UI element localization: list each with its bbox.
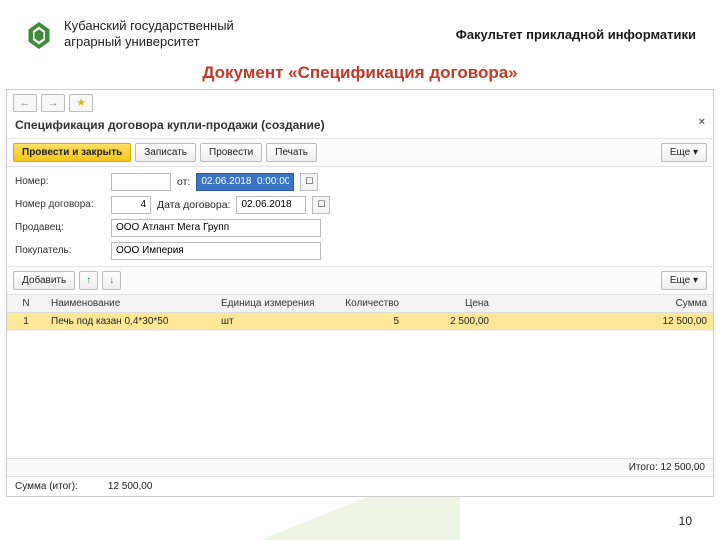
contract-date-label: Дата договора: <box>157 199 230 211</box>
cell-sum[interactable]: 12 500,00 <box>495 312 713 330</box>
seller-label: Продавец: <box>15 222 105 233</box>
items-table[interactable]: N Наименование Единица измерения Количес… <box>7 295 713 458</box>
move-up-button[interactable]: ↑ <box>79 271 98 290</box>
number-input[interactable] <box>111 173 171 191</box>
buyer-label: Покупатель: <box>15 245 105 256</box>
nav-back-button[interactable]: ← <box>13 94 37 112</box>
favorite-button[interactable]: ★ <box>69 94 93 112</box>
col-unit[interactable]: Единица измерения <box>215 295 325 313</box>
add-row-button[interactable]: Добавить <box>13 271 75 290</box>
buyer-input[interactable] <box>111 242 321 260</box>
contract-date-input[interactable] <box>236 196 306 214</box>
cell-name[interactable]: Печь под казан 0,4*30*50 <box>45 312 215 330</box>
cell-n[interactable]: 1 <box>7 312 45 330</box>
total-row: Итого: 12 500,00 <box>7 458 713 476</box>
cell-qty[interactable]: 5 <box>325 312 405 330</box>
university-logo <box>24 19 54 49</box>
contract-number-label: Номер договора: <box>15 199 105 210</box>
more-button[interactable]: Еще ▾ <box>661 143 707 162</box>
table-toolbar: Добавить ↑ ↓ Еще ▾ <box>7 266 713 295</box>
app-window: ← → ★ Спецификация договора купли-продаж… <box>6 89 714 497</box>
number-label: Номер: <box>15 176 105 187</box>
write-button[interactable]: Записать <box>135 143 196 162</box>
cell-price[interactable]: 2 500,00 <box>405 312 495 330</box>
contract-number-input[interactable] <box>111 196 151 214</box>
page-number: 10 <box>679 514 692 528</box>
col-n[interactable]: N <box>7 295 45 313</box>
sum-total-row: Сумма (итог): 12 500,00 <box>7 476 713 496</box>
calendar-icon[interactable]: ☐ <box>300 173 318 191</box>
close-button[interactable]: × <box>699 116 705 128</box>
print-button[interactable]: Печать <box>266 143 317 162</box>
post-button[interactable]: Провести <box>200 143 262 162</box>
command-bar: Провести и закрыть Записать Провести Печ… <box>7 138 713 167</box>
nav-forward-button[interactable]: → <box>41 94 65 112</box>
post-and-close-button[interactable]: Провести и закрыть <box>13 143 131 162</box>
university-name: Кубанский государственный аграрный униве… <box>64 18 456 51</box>
col-name[interactable]: Наименование <box>45 295 215 313</box>
col-qty[interactable]: Количество <box>325 295 405 313</box>
seller-input[interactable] <box>111 219 321 237</box>
table-more-button[interactable]: Еще ▾ <box>661 271 707 290</box>
move-down-button[interactable]: ↓ <box>102 271 121 290</box>
document-title: Документ «Спецификация договора» <box>0 63 720 83</box>
faculty-name: Факультет прикладной информатики <box>456 27 696 42</box>
date-from-input[interactable] <box>196 173 294 191</box>
table-row[interactable]: 1 Печь под казан 0,4*30*50 шт 5 2 500,00… <box>7 312 713 330</box>
window-title: Спецификация договора купли-продажи (соз… <box>15 118 325 132</box>
sum-total-value: 12 500,00 <box>108 481 153 492</box>
form-area: Номер: от: ☐ Номер договора: Дата догово… <box>7 167 713 266</box>
nav-toolbar: ← → ★ <box>7 90 713 116</box>
col-price[interactable]: Цена <box>405 295 495 313</box>
calendar-icon[interactable]: ☐ <box>312 196 330 214</box>
cell-unit[interactable]: шт <box>215 312 325 330</box>
col-sum[interactable]: Сумма <box>495 295 713 313</box>
from-label: от: <box>177 176 190 188</box>
sum-total-label: Сумма (итог): <box>15 481 78 492</box>
